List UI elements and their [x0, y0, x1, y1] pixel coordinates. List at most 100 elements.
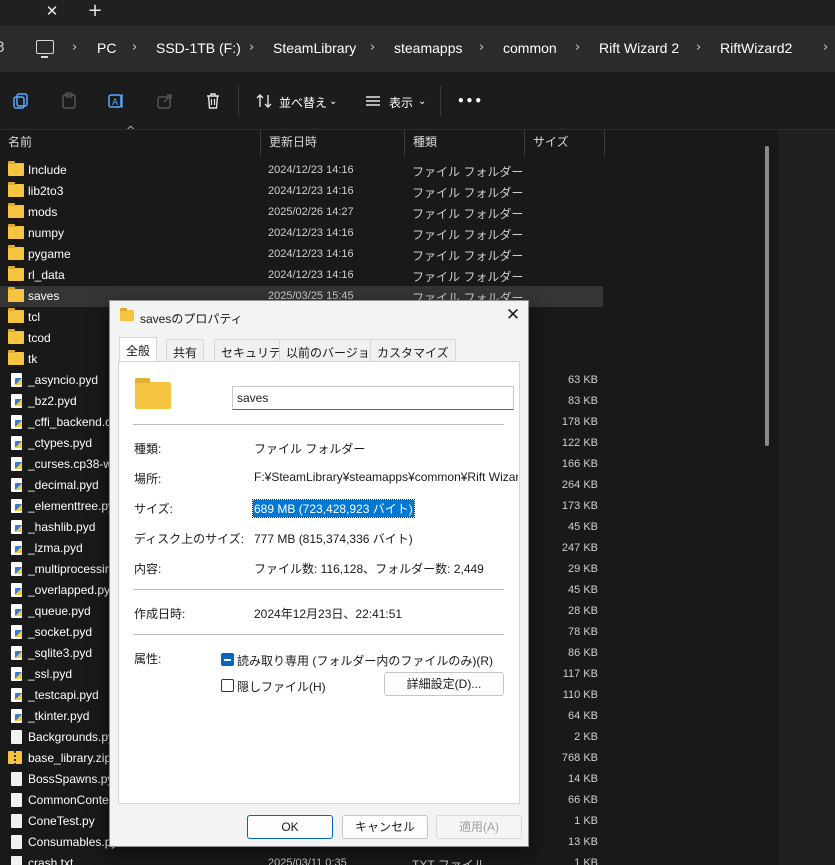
file-name: BossSpawns.py: [28, 772, 114, 786]
file-name: _queue.pyd: [28, 604, 91, 618]
folder-icon: [8, 266, 24, 281]
breadcrumb-pc[interactable]: PC: [97, 40, 116, 56]
python-file-icon: [11, 583, 22, 597]
file-date: 2025/02/26 14:27: [268, 206, 354, 218]
close-dialog-icon[interactable]: ✕: [504, 305, 522, 325]
file-row[interactable]: pygame 2024/12/23 14:16 ファイル フォルダー: [0, 244, 603, 265]
python-file-icon: [11, 562, 22, 576]
file-row[interactable]: lib2to3 2024/12/23 14:16 ファイル フォルダー: [0, 181, 603, 202]
close-tab-icon[interactable]: ✕: [42, 0, 62, 22]
ok-button[interactable]: OK: [247, 815, 333, 839]
divider: [133, 424, 504, 425]
file-row[interactable]: rl_data 2024/12/23 14:16 ファイル フォルダー: [0, 265, 603, 286]
breadcrumb-rift-wizard-2[interactable]: Rift Wizard 2: [599, 40, 679, 56]
python-file-icon: [11, 604, 22, 618]
chevron-right-icon[interactable]: ›: [823, 40, 828, 55]
column-header-type[interactable]: 種類: [405, 130, 525, 156]
tab-general[interactable]: 全般: [119, 337, 158, 362]
python-file-icon: [11, 478, 22, 492]
file-date: 2024/12/23 14:16: [268, 248, 354, 260]
file-type: ファイル フォルダー: [412, 228, 524, 242]
breadcrumb-riftwizard2[interactable]: RiftWizard2: [720, 40, 792, 56]
computer-icon[interactable]: [36, 40, 54, 58]
python-file-icon: [11, 499, 22, 513]
chevron-right-icon[interactable]: ›: [696, 40, 701, 55]
share-icon[interactable]: [156, 92, 174, 110]
copy-icon[interactable]: [12, 92, 30, 110]
chevron-right-icon[interactable]: ›: [249, 40, 254, 55]
file-row[interactable]: crash.txt 2025/03/11 0:35 TXT ファイル 1 KB: [0, 853, 603, 865]
python-file-icon: [11, 625, 22, 639]
tab-sharing[interactable]: 共有: [166, 339, 205, 362]
view-button[interactable]: 表示: [389, 94, 413, 111]
view-icon[interactable]: [364, 92, 382, 110]
column-header-modified[interactable]: 更新日時: [261, 130, 405, 156]
more-options-button[interactable]: •••: [457, 94, 483, 108]
folder-icon: [8, 329, 24, 344]
file-size: 29 KB: [568, 563, 598, 575]
rename-icon[interactable]: A: [107, 92, 125, 110]
folder-icon: [120, 308, 134, 321]
chevron-right-icon[interactable]: ›: [575, 40, 580, 55]
file-icon: [11, 772, 22, 786]
file-size: 63 KB: [568, 374, 598, 386]
file-name: _multiprocessin: [28, 562, 112, 576]
file-name: Include: [28, 163, 67, 177]
tab-customize[interactable]: カスタマイズ: [370, 339, 456, 362]
readonly-label[interactable]: 読み取り専用 (フォルダー内のファイルのみ)(R): [237, 652, 493, 669]
file-type: TXT ファイル: [412, 858, 486, 865]
column-header-name[interactable]: 名前: [0, 130, 261, 156]
breadcrumb-steamlibrary[interactable]: SteamLibrary: [273, 40, 356, 56]
scrollbar-thumb[interactable]: [765, 146, 769, 446]
chevron-right-icon[interactable]: ›: [132, 40, 137, 55]
hidden-checkbox[interactable]: [221, 679, 234, 692]
python-file-icon: [11, 709, 22, 723]
chevron-down-icon[interactable]: ⌄: [329, 96, 337, 107]
breadcrumb-steamapps[interactable]: steamapps: [394, 40, 462, 56]
created-value: 2024年12月23日、22:41:51: [254, 607, 403, 621]
apply-button[interactable]: 適用(A): [436, 815, 522, 839]
advanced-button[interactable]: 詳細設定(D)...: [384, 672, 504, 696]
general-panel: saves 種類: ファイル フォルダー 場所: F:¥SteamLibrary…: [118, 361, 520, 804]
file-date: 2024/12/23 14:16: [268, 269, 354, 281]
file-icon: [11, 793, 22, 807]
cancel-button[interactable]: キャンセル: [342, 815, 428, 839]
file-name: _lzma.pyd: [28, 541, 83, 555]
file-row[interactable]: mods 2025/02/26 14:27 ファイル フォルダー: [0, 202, 603, 223]
file-size: 13 KB: [568, 836, 598, 848]
readonly-checkbox[interactable]: [221, 653, 234, 666]
paste-icon[interactable]: [60, 92, 78, 110]
chevron-right-icon[interactable]: ›: [479, 40, 484, 55]
chevron-down-icon[interactable]: ⌄: [418, 96, 426, 107]
file-size: 178 KB: [561, 416, 598, 428]
chevron-right-icon[interactable]: ›: [370, 40, 375, 55]
new-tab-button[interactable]: +: [85, 0, 105, 22]
hidden-label[interactable]: 隠しファイル(H): [237, 678, 326, 695]
folder-name-input[interactable]: saves: [232, 386, 514, 410]
address-bar[interactable]: 3 › PC › SSD-1TB (F:) › SteamLibrary › s…: [0, 26, 835, 72]
file-name: tk: [28, 352, 38, 366]
file-size: 1 KB: [574, 815, 598, 827]
file-row[interactable]: Include 2024/12/23 14:16 ファイル フォルダー: [0, 160, 603, 181]
folder-icon: [8, 203, 24, 218]
zip-file-icon: [8, 751, 22, 764]
file-name: ConeTest.py: [28, 814, 95, 828]
file-row[interactable]: numpy 2024/12/23 14:16 ファイル フォルダー: [0, 223, 603, 244]
file-name: CommonConter: [28, 793, 113, 807]
folder-icon: [8, 245, 24, 260]
breadcrumb-common[interactable]: common: [503, 40, 557, 56]
chevron-right-icon[interactable]: ›: [72, 40, 77, 55]
sort-button[interactable]: 並べ替え: [279, 94, 327, 111]
file-name: base_library.zip: [28, 751, 112, 765]
sort-icon[interactable]: [255, 92, 273, 110]
type-value: ファイル フォルダー: [254, 442, 366, 456]
breadcrumb-drive[interactable]: SSD-1TB (F:): [156, 40, 241, 56]
details-pane: [778, 130, 835, 865]
file-size: 83 KB: [568, 395, 598, 407]
file-date: 2024/12/23 14:16: [268, 185, 354, 197]
python-file-icon: [11, 373, 22, 387]
size-value[interactable]: 689 MB (723,428,923 バイト): [252, 499, 415, 518]
trash-icon[interactable]: [204, 92, 222, 110]
column-header-size[interactable]: サイズ: [525, 130, 605, 156]
file-size: 173 KB: [561, 500, 598, 512]
